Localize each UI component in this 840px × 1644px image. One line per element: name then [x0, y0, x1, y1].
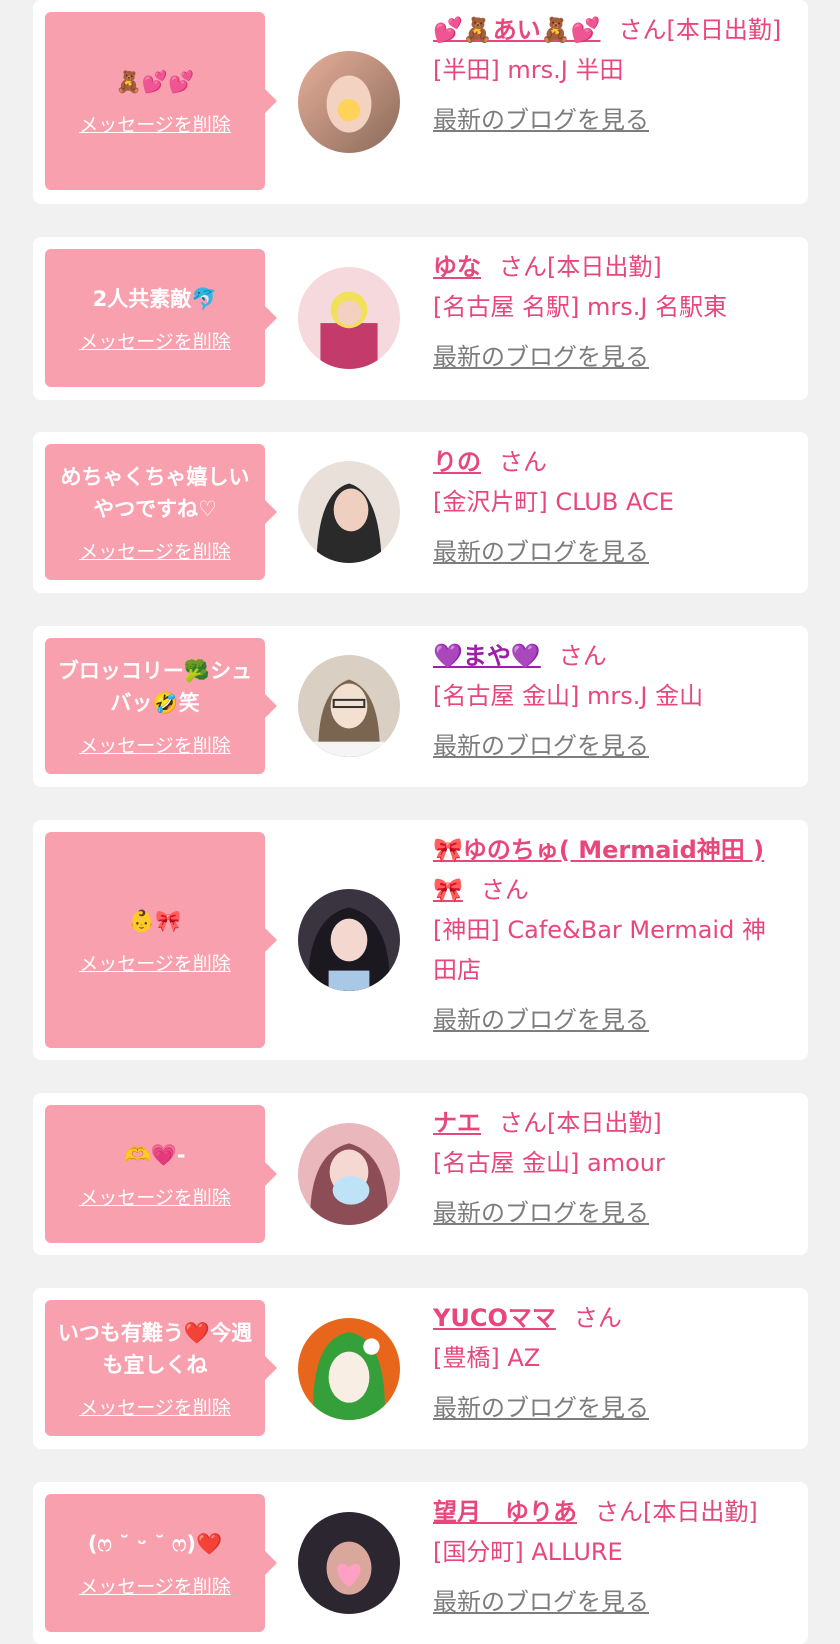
message-card: 👶🎀 メッセージを削除 🎀ゆのちゅ( Mermaid神田 )🎀 さん [神田] C… — [33, 820, 808, 1060]
blog-link[interactable]: 最新のブログを見る — [433, 337, 649, 377]
shop-label: [金沢片町] CLUB ACE — [433, 488, 674, 516]
profile-info: YUCOママ さん [豊橋] AZ 最新のブログを見る — [433, 1298, 788, 1428]
blog-link[interactable]: 最新のブログを見る — [433, 1000, 649, 1040]
avatar[interactable] — [298, 1318, 400, 1420]
message-card: めちゃくちゃ嬉しいやつですね♡ メッセージを削除 りの さん [金沢片町] CLU… — [33, 432, 808, 593]
message-bubble: 🧸💕💕 メッセージを削除 — [45, 12, 277, 190]
profile-suffix: さん — [573, 1304, 622, 1332]
message-bubble: 2人共素敵🐬 メッセージを削除 — [45, 249, 277, 387]
message-text: 👶🎀 — [128, 908, 182, 933]
profile-name-link[interactable]: ナエ — [433, 1109, 481, 1137]
shop-label: [豊橋] AZ — [433, 1344, 541, 1372]
message-bubble: ブロッコリー🥦シュバッ🤣笑 メッセージを削除 — [45, 638, 277, 774]
delete-message-link[interactable]: メッセージを削除 — [79, 110, 231, 137]
profile-info: 💕🧸あい🧸💕 さん[本日出勤] [半田] mrs.J 半田 最新のブログを見る — [433, 10, 788, 140]
blog-link[interactable]: 最新のブログを見る — [433, 726, 649, 766]
profile-suffix: さん — [480, 876, 529, 904]
profile-suffix: さん[本日出勤] — [499, 1109, 662, 1137]
blog-link[interactable]: 最新のブログを見る — [433, 1582, 649, 1622]
message-bubble: (ෆ ˘ ᵕ ˘ ෆ)❤️ メッセージを削除 — [45, 1494, 277, 1632]
message-text: 🫶💗- — [124, 1142, 186, 1167]
message-bubble: 👶🎀 メッセージを削除 — [45, 832, 277, 1048]
profile-info: りの さん [金沢片町] CLUB ACE 最新のブログを見る — [433, 442, 788, 572]
blog-link[interactable]: 最新のブログを見る — [433, 532, 649, 572]
delete-message-link[interactable]: メッセージを削除 — [79, 949, 231, 976]
avatar[interactable] — [298, 267, 400, 369]
avatar[interactable] — [298, 889, 400, 991]
profile-info: 望月 ゆりあ さん[本日出勤] [国分町] ALLURE 最新のブログを見る — [433, 1492, 788, 1622]
profile-info: ゆな さん[本日出勤] [名古屋 名駅] mrs.J 名駅東 最新のブログを見る — [433, 247, 788, 377]
blog-link[interactable]: 最新のブログを見る — [433, 100, 649, 140]
profile-suffix: さん — [558, 642, 607, 670]
message-text: めちゃくちゃ嬉しいやつですね♡ — [60, 464, 250, 521]
message-card: いつも有難う❤️今週も宜しくね メッセージを削除 YUCOママ さん [豊橋] A… — [33, 1288, 808, 1449]
profile-name-link[interactable]: 望月 ゆりあ — [433, 1498, 577, 1526]
avatar[interactable] — [298, 461, 400, 563]
message-text: 2人共素敵🐬 — [92, 286, 218, 311]
profile-info: ナエ さん[本日出勤] [名古屋 金山] amour 最新のブログを見る — [433, 1103, 788, 1233]
delete-message-link[interactable]: メッセージを削除 — [79, 1393, 231, 1420]
profile-suffix: さん[本日出勤] — [499, 253, 662, 281]
message-bubble: いつも有難う❤️今週も宜しくね メッセージを削除 — [45, 1300, 277, 1436]
message-card: 🫶💗- メッセージを削除 ナエ さん[本日出勤] [名古屋 金山] amour 最… — [33, 1093, 808, 1255]
delete-message-link[interactable]: メッセージを削除 — [79, 537, 231, 564]
shop-label: [神田] Cafe&Bar Mermaid 神田店 — [433, 916, 766, 984]
avatar[interactable] — [298, 51, 400, 153]
profile-name-link[interactable]: 💕🧸あい🧸💕 — [433, 16, 601, 44]
profile-suffix: さん[本日出勤] — [618, 16, 782, 44]
delete-message-link[interactable]: メッセージを削除 — [79, 327, 231, 354]
profile-name-link[interactable]: りの — [433, 448, 481, 476]
profile-suffix: さん[本日出勤] — [595, 1498, 758, 1526]
profile-info: 🎀ゆのちゅ( Mermaid神田 )🎀 さん [神田] Cafe&Bar Merm… — [433, 830, 788, 1040]
message-card: 🧸💕💕 メッセージを削除 💕🧸あい🧸💕 さん[本日出勤] [半田] mrs.J 半… — [33, 0, 808, 204]
profile-name-link[interactable]: 💜まや💜 — [433, 642, 541, 670]
message-text: 🧸💕💕 — [115, 69, 195, 94]
message-card: ブロッコリー🥦シュバッ🤣笑 メッセージを削除 💜まや💜 さん [名古屋 金山] m… — [33, 626, 808, 787]
blog-link[interactable]: 最新のブログを見る — [433, 1388, 649, 1428]
delete-message-link[interactable]: メッセージを削除 — [79, 731, 231, 758]
message-text: ブロッコリー🥦シュバッ🤣笑 — [57, 658, 253, 715]
message-text: いつも有難う❤️今週も宜しくね — [57, 1320, 253, 1377]
shop-label: [半田] mrs.J 半田 — [433, 56, 624, 84]
profile-info: 💜まや💜 さん [名古屋 金山] mrs.J 金山 最新のブログを見る — [433, 636, 788, 766]
profile-suffix: さん — [499, 448, 547, 476]
delete-message-link[interactable]: メッセージを削除 — [79, 1183, 231, 1210]
avatar[interactable] — [298, 1123, 400, 1225]
message-card: 2人共素敵🐬 メッセージを削除 ゆな さん[本日出勤] [名古屋 名駅] mrs.… — [33, 237, 808, 400]
shop-label: [名古屋 金山] amour — [433, 1149, 665, 1177]
shop-label: [名古屋 名駅] mrs.J 名駅東 — [433, 293, 728, 321]
avatar[interactable] — [298, 1512, 400, 1614]
shop-label: [名古屋 金山] mrs.J 金山 — [433, 682, 704, 710]
blog-link[interactable]: 最新のブログを見る — [433, 1193, 649, 1233]
avatar[interactable] — [298, 655, 400, 757]
profile-name-link[interactable]: YUCOママ — [433, 1304, 556, 1332]
message-text: (ෆ ˘ ᵕ ˘ ෆ)❤️ — [87, 1531, 223, 1556]
profile-name-link[interactable]: ゆな — [433, 253, 481, 281]
delete-message-link[interactable]: メッセージを削除 — [79, 1572, 231, 1599]
message-bubble: 🫶💗- メッセージを削除 — [45, 1105, 277, 1243]
message-bubble: めちゃくちゃ嬉しいやつですね♡ メッセージを削除 — [45, 444, 277, 580]
message-card: (ෆ ˘ ᵕ ˘ ෆ)❤️ メッセージを削除 望月 ゆりあ さん[本日出勤] [国… — [33, 1482, 808, 1644]
shop-label: [国分町] ALLURE — [433, 1538, 623, 1566]
